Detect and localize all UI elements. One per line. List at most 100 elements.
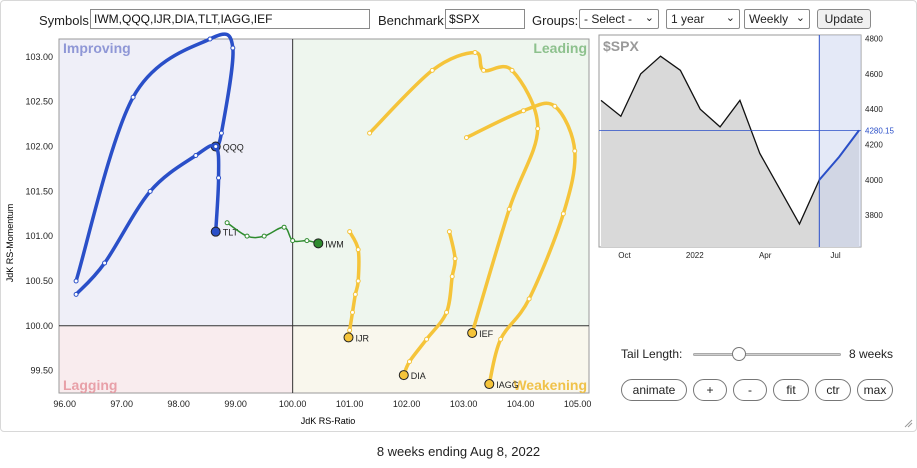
fit-button[interactable]: fit [773, 379, 809, 401]
center-button[interactable]: ctr [815, 379, 851, 401]
tail-head-marker[interactable] [398, 370, 409, 381]
x-tick-label: 97.00 [110, 399, 133, 409]
tail-head-marker[interactable] [313, 238, 324, 249]
tail-point [429, 67, 435, 73]
tail-length-label: Tail Length: [621, 347, 683, 361]
tail-point [424, 336, 430, 342]
tail-point [218, 130, 224, 136]
tail-length-control: Tail Length: 8 weeks [621, 345, 901, 363]
y-tick-label: 100.50 [25, 276, 53, 286]
x-tick-label: 102.00 [393, 399, 421, 409]
benchmark-title: $SPX [603, 38, 639, 54]
tail-point [446, 229, 452, 235]
tail-point [130, 94, 136, 100]
period-select-value: 1 year [671, 12, 705, 26]
groups-select[interactable]: - Select - ⌄ [579, 9, 659, 29]
benchmark-y-tick: 4800 [865, 35, 883, 44]
tail-point [207, 36, 213, 42]
x-tick-label: 98.00 [167, 399, 190, 409]
benchmark-y-tick: 4400 [865, 105, 883, 114]
benchmark-plot: 4280.15 3800 4000 4200 4400 4600 4800 Oct 2022 Ap… [598, 34, 894, 260]
chevron-down-icon: ⌄ [644, 12, 654, 24]
benchmark-chart: 4280.15 3800 4000 4200 4400 4600 4800 Oct 2022 Ap… [598, 34, 894, 260]
tail-point [498, 336, 504, 342]
x-tick-label: 101.00 [336, 399, 364, 409]
symbols-input[interactable] [90, 9, 370, 29]
tail-head-marker[interactable] [343, 332, 354, 343]
tail-point [347, 327, 353, 333]
tail-point [73, 291, 79, 297]
benchmark-input[interactable] [445, 9, 525, 29]
y-tick-label: 102.00 [25, 142, 53, 152]
tail-label: DIA [411, 371, 426, 381]
tail-point [349, 309, 355, 315]
tail-point [560, 211, 566, 217]
y-axis-label: JdK RS-Momentum [5, 204, 15, 283]
tail-point [406, 359, 412, 365]
x-tick-label: 104.00 [507, 399, 535, 409]
tail-point [367, 130, 373, 136]
tail-head-marker[interactable] [484, 379, 495, 390]
tail-point [520, 108, 526, 114]
frequency-select[interactable]: Weekly ⌄ [744, 9, 810, 29]
tail-point [216, 175, 222, 181]
tail-point [472, 49, 478, 55]
quadrant-label-lagging: Lagging [63, 377, 117, 393]
quadrant-improving [59, 39, 293, 326]
tail-point [444, 309, 450, 315]
tail-head-marker[interactable] [467, 327, 478, 338]
tail-point [552, 103, 558, 109]
chevron-down-icon: ⌄ [795, 12, 805, 24]
y-tick-label: 99.50 [30, 366, 53, 376]
tail-point [244, 233, 250, 239]
tail-length-slider[interactable] [693, 353, 841, 356]
tail-head-marker[interactable] [210, 226, 221, 237]
tail-point [281, 224, 287, 230]
tail-point [213, 144, 219, 150]
tail-point [452, 256, 458, 262]
x-tick-label: 96.00 [53, 399, 76, 409]
tail-point [481, 67, 487, 73]
benchmark-y-tick: 4000 [865, 176, 883, 185]
y-tick-label: 102.50 [25, 97, 53, 107]
resize-grip-icon[interactable] [903, 418, 913, 428]
x-tick-label: 100.00 [279, 399, 307, 409]
x-tick-label: 99.00 [224, 399, 247, 409]
quadrant-leading [292, 39, 589, 326]
chart-caption: 8 weeks ending Aug 8, 2022 [376, 444, 541, 459]
zoom-in-button[interactable]: + [693, 379, 727, 401]
tail-point [526, 296, 532, 302]
benchmark-x-tick: Apr [759, 251, 772, 260]
groups-select-value: - Select - [584, 12, 633, 26]
animate-button[interactable]: animate [621, 379, 687, 401]
tail-point [506, 206, 512, 212]
tail-point [304, 238, 310, 244]
benchmark-highlight-window [819, 35, 861, 247]
y-tick-label: 101.00 [25, 231, 53, 241]
rrg-panel: Symbols: Benchmark: Groups: - Select -⌄ … [0, 0, 917, 432]
max-button[interactable]: max [857, 379, 893, 401]
slider-knob[interactable] [731, 347, 746, 361]
tail-point [224, 220, 230, 226]
x-tick-label: 103.00 [450, 399, 478, 409]
benchmark-y-tick: 3800 [865, 211, 883, 220]
benchmark-x-tick: Oct [618, 251, 631, 260]
y-tick-label: 101.50 [25, 186, 53, 196]
rrg-chart[interactable]: 96.00 97.00 98.00 99.00 100.00 101.00 102.00 10… [1, 31, 595, 427]
quadrant-backgrounds [59, 39, 589, 393]
tail-point [572, 148, 578, 154]
tail-point [463, 135, 469, 141]
tail-point [102, 260, 108, 266]
tail-point [73, 278, 79, 284]
period-select[interactable]: 1 year ⌄ [666, 9, 740, 29]
quadrant-label-leading: Leading [533, 40, 587, 56]
tail-label: IEF [479, 329, 494, 339]
tail-label: IAGG [496, 380, 519, 390]
benchmark-x-tick: 2022 [686, 251, 704, 260]
frequency-select-value: Weekly [749, 12, 789, 26]
quadrant-label-improving: Improving [63, 40, 131, 56]
tail-point [352, 291, 358, 297]
tail-point [535, 126, 541, 132]
zoom-out-button[interactable]: - [733, 379, 767, 401]
update-button[interactable]: Update [817, 9, 871, 29]
